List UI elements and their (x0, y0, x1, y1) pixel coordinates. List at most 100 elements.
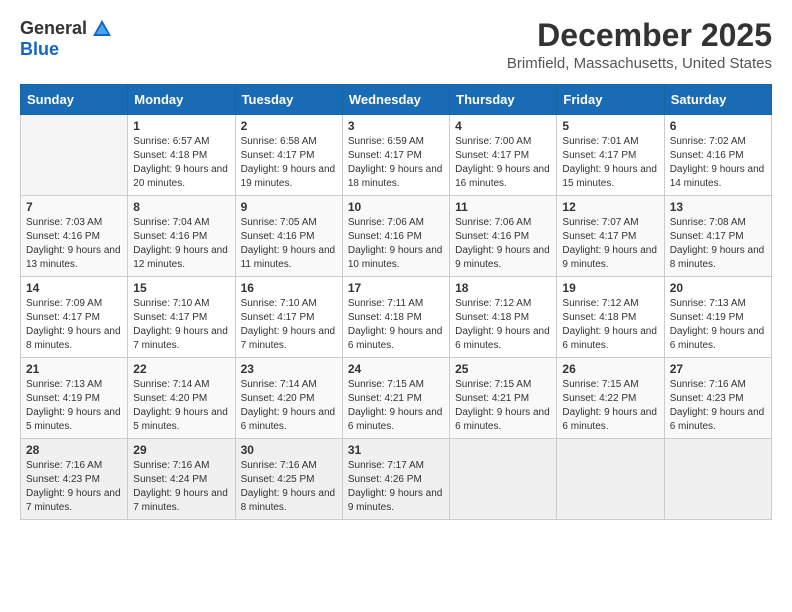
calendar-cell (664, 439, 771, 520)
calendar-cell: 29Sunrise: 7:16 AMSunset: 4:24 PMDayligh… (128, 439, 235, 520)
day-info: Sunrise: 6:59 AMSunset: 4:17 PMDaylight:… (348, 135, 444, 191)
day-number: 20 (670, 281, 766, 295)
calendar-cell: 23Sunrise: 7:14 AMSunset: 4:20 PMDayligh… (235, 358, 342, 439)
calendar-cell: 6Sunrise: 7:02 AMSunset: 4:16 PMDaylight… (664, 115, 771, 196)
day-number: 18 (455, 281, 551, 295)
day-info: Sunrise: 7:02 AMSunset: 4:16 PMDaylight:… (670, 135, 766, 191)
day-info: Sunrise: 7:09 AMSunset: 4:17 PMDaylight:… (26, 297, 122, 353)
day-info: Sunrise: 7:12 AMSunset: 4:18 PMDaylight:… (562, 297, 658, 353)
page-subtitle: Brimfield, Massachusetts, United States (507, 55, 772, 72)
day-number: 19 (562, 281, 658, 295)
day-number: 7 (26, 200, 122, 214)
calendar-week-row: 1 Sunrise: 6:57 AMSunset: 4:18 PMDaylight… (21, 115, 772, 196)
title-area: December 2025 Brimfield, Massachusetts, … (507, 18, 772, 72)
calendar-header-row: SundayMondayTuesdayWednesdayThursdayFrid… (21, 85, 772, 115)
day-number: 30 (241, 443, 337, 457)
calendar-week-row: 28 Sunrise: 7:16 AMSunset: 4:23 PMDayligh… (21, 439, 772, 520)
day-number: 4 (455, 119, 551, 133)
calendar-cell: 28 Sunrise: 7:16 AMSunset: 4:23 PMDayligh… (21, 439, 128, 520)
day-info: Sunrise: 7:16 AMSunset: 4:25 PMDaylight:… (241, 459, 337, 515)
day-info: Sunrise: 7:04 AMSunset: 4:16 PMDaylight:… (133, 216, 229, 272)
calendar-cell: 1 Sunrise: 6:57 AMSunset: 4:18 PMDaylight… (128, 115, 235, 196)
calendar-week-row: 14Sunrise: 7:09 AMSunset: 4:17 PMDayligh… (21, 277, 772, 358)
calendar-cell: 4 Sunrise: 7:00 AMSunset: 4:17 PMDaylight… (450, 115, 557, 196)
header-saturday: Saturday (664, 85, 771, 115)
day-number: 25 (455, 362, 551, 376)
logo: General Blue (20, 18, 113, 60)
header-sunday: Sunday (21, 85, 128, 115)
day-info: Sunrise: 7:06 AMSunset: 4:16 PMDaylight:… (348, 216, 444, 272)
calendar-cell: 3Sunrise: 6:59 AMSunset: 4:17 PMDaylight… (342, 115, 449, 196)
day-number: 11 (455, 200, 551, 214)
header-thursday: Thursday (450, 85, 557, 115)
header-monday: Monday (128, 85, 235, 115)
calendar-cell: 7Sunrise: 7:03 AMSunset: 4:16 PMDaylight… (21, 196, 128, 277)
day-number: 26 (562, 362, 658, 376)
day-info: Sunrise: 7:16 AMSunset: 4:23 PMDaylight:… (670, 378, 766, 434)
calendar-cell: 8 Sunrise: 7:04 AMSunset: 4:16 PMDaylight… (128, 196, 235, 277)
calendar-cell: 30 Sunrise: 7:16 AMSunset: 4:25 PMDayligh… (235, 439, 342, 520)
logo-blue-text: Blue (20, 40, 113, 60)
header-tuesday: Tuesday (235, 85, 342, 115)
day-number: 1 (133, 119, 229, 133)
calendar-cell (557, 439, 664, 520)
day-info: Sunrise: 7:15 AMSunset: 4:21 PMDaylight:… (455, 378, 551, 434)
day-number: 24 (348, 362, 444, 376)
calendar-cell: 26 Sunrise: 7:15 AMSunset: 4:22 PMDayligh… (557, 358, 664, 439)
day-number: 8 (133, 200, 229, 214)
calendar-cell: 13Sunrise: 7:08 AMSunset: 4:17 PMDayligh… (664, 196, 771, 277)
logo-icon (91, 18, 113, 40)
calendar-cell: 20 Sunrise: 7:13 AMSunset: 4:19 PMDayligh… (664, 277, 771, 358)
day-number: 29 (133, 443, 229, 457)
day-number: 22 (133, 362, 229, 376)
day-info: Sunrise: 7:13 AMSunset: 4:19 PMDaylight:… (26, 378, 122, 434)
calendar-cell: 21 Sunrise: 7:13 AMSunset: 4:19 PMDayligh… (21, 358, 128, 439)
day-info: Sunrise: 7:17 AMSunset: 4:26 PMDaylight:… (348, 459, 444, 515)
day-number: 5 (562, 119, 658, 133)
calendar-cell: 10 Sunrise: 7:06 AMSunset: 4:16 PMDayligh… (342, 196, 449, 277)
page-title: December 2025 (507, 18, 772, 53)
calendar-cell (450, 439, 557, 520)
calendar-cell: 18 Sunrise: 7:12 AMSunset: 4:18 PMDayligh… (450, 277, 557, 358)
day-number: 21 (26, 362, 122, 376)
header-friday: Friday (557, 85, 664, 115)
day-info: Sunrise: 7:10 AMSunset: 4:17 PMDaylight:… (133, 297, 229, 353)
day-number: 16 (241, 281, 337, 295)
day-info: Sunrise: 7:15 AMSunset: 4:22 PMDaylight:… (562, 378, 658, 434)
day-info: Sunrise: 7:11 AMSunset: 4:18 PMDaylight:… (348, 297, 444, 353)
day-number: 28 (26, 443, 122, 457)
calendar-week-row: 7Sunrise: 7:03 AMSunset: 4:16 PMDaylight… (21, 196, 772, 277)
calendar-cell: 14Sunrise: 7:09 AMSunset: 4:17 PMDayligh… (21, 277, 128, 358)
calendar-cell: 17Sunrise: 7:11 AMSunset: 4:18 PMDayligh… (342, 277, 449, 358)
calendar-cell: 16Sunrise: 7:10 AMSunset: 4:17 PMDayligh… (235, 277, 342, 358)
calendar-cell: 25 Sunrise: 7:15 AMSunset: 4:21 PMDayligh… (450, 358, 557, 439)
day-info: Sunrise: 7:14 AMSunset: 4:20 PMDaylight:… (133, 378, 229, 434)
day-info: Sunrise: 7:06 AMSunset: 4:16 PMDaylight:… (455, 216, 551, 272)
day-info: Sunrise: 7:05 AMSunset: 4:16 PMDaylight:… (241, 216, 337, 272)
calendar-cell: 31Sunrise: 7:17 AMSunset: 4:26 PMDayligh… (342, 439, 449, 520)
day-info: Sunrise: 6:57 AMSunset: 4:18 PMDaylight:… (133, 135, 229, 191)
day-number: 9 (241, 200, 337, 214)
calendar-cell: 24 Sunrise: 7:15 AMSunset: 4:21 PMDayligh… (342, 358, 449, 439)
calendar-table: SundayMondayTuesdayWednesdayThursdayFrid… (20, 84, 772, 520)
day-info: Sunrise: 7:01 AMSunset: 4:17 PMDaylight:… (562, 135, 658, 191)
calendar-cell: 12Sunrise: 7:07 AMSunset: 4:17 PMDayligh… (557, 196, 664, 277)
calendar-cell: 15 Sunrise: 7:10 AMSunset: 4:17 PMDayligh… (128, 277, 235, 358)
page-header: General Blue December 2025 Brimfield, Ma… (20, 18, 772, 72)
day-number: 27 (670, 362, 766, 376)
day-info: Sunrise: 7:16 AMSunset: 4:23 PMDaylight:… (26, 459, 122, 515)
calendar-cell: 11 Sunrise: 7:06 AMSunset: 4:16 PMDayligh… (450, 196, 557, 277)
calendar-week-row: 21 Sunrise: 7:13 AMSunset: 4:19 PMDayligh… (21, 358, 772, 439)
day-info: Sunrise: 7:13 AMSunset: 4:19 PMDaylight:… (670, 297, 766, 353)
day-number: 15 (133, 281, 229, 295)
day-info: Sunrise: 7:12 AMSunset: 4:18 PMDaylight:… (455, 297, 551, 353)
day-number: 13 (670, 200, 766, 214)
day-info: Sunrise: 7:00 AMSunset: 4:17 PMDaylight:… (455, 135, 551, 191)
day-info: Sunrise: 6:58 AMSunset: 4:17 PMDaylight:… (241, 135, 337, 191)
calendar-cell: 2Sunrise: 6:58 AMSunset: 4:17 PMDaylight… (235, 115, 342, 196)
calendar-cell: 19 Sunrise: 7:12 AMSunset: 4:18 PMDayligh… (557, 277, 664, 358)
day-number: 10 (348, 200, 444, 214)
day-info: Sunrise: 7:14 AMSunset: 4:20 PMDaylight:… (241, 378, 337, 434)
day-info: Sunrise: 7:15 AMSunset: 4:21 PMDaylight:… (348, 378, 444, 434)
calendar-cell (21, 115, 128, 196)
